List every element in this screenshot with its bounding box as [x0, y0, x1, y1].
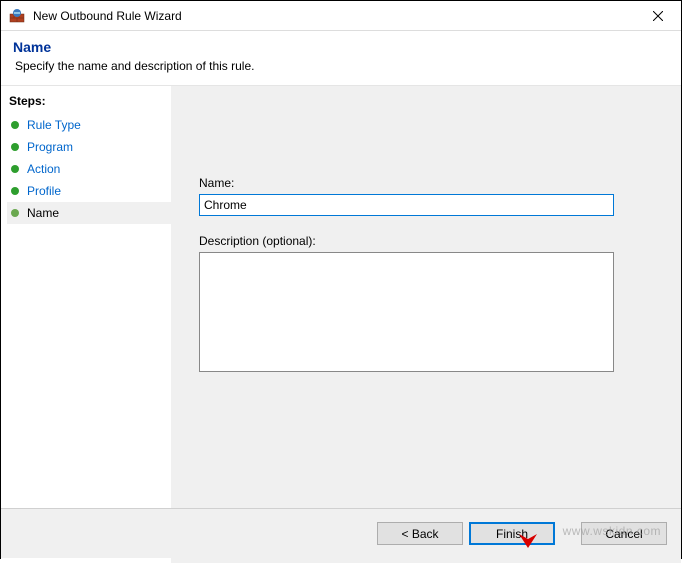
cancel-button[interactable]: Cancel: [581, 522, 667, 545]
wizard-footer: < Back Finish Cancel: [1, 508, 681, 558]
step-label: Program: [27, 140, 73, 154]
check-icon: [11, 143, 19, 151]
page-title: Name: [13, 39, 669, 55]
page-subtitle: Specify the name and description of this…: [13, 59, 669, 73]
name-field-group: Name:: [199, 176, 657, 216]
description-field-group: Description (optional):: [199, 234, 657, 375]
step-rule-type[interactable]: Rule Type: [7, 114, 171, 136]
description-label: Description (optional):: [199, 234, 657, 248]
check-icon: [11, 165, 19, 173]
steps-heading: Steps:: [7, 94, 171, 108]
window-title: New Outbound Rule Wizard: [33, 9, 643, 23]
step-profile[interactable]: Profile: [7, 180, 171, 202]
firewall-icon: [9, 8, 25, 24]
steps-sidebar: Steps: Rule Type Program Action Profile …: [1, 86, 171, 563]
name-input[interactable]: [199, 194, 614, 216]
name-label: Name:: [199, 176, 657, 190]
current-step-icon: [11, 209, 19, 217]
description-input[interactable]: [199, 252, 614, 372]
back-button[interactable]: < Back: [377, 522, 463, 545]
step-label: Name: [27, 206, 59, 220]
step-action[interactable]: Action: [7, 158, 171, 180]
finish-button[interactable]: Finish: [469, 522, 555, 545]
check-icon: [11, 187, 19, 195]
wizard-content: Name: Description (optional):: [171, 86, 681, 563]
step-program[interactable]: Program: [7, 136, 171, 158]
wizard-header: Name Specify the name and description of…: [1, 31, 681, 86]
step-label: Action: [27, 162, 60, 176]
wizard-body: Steps: Rule Type Program Action Profile …: [1, 86, 681, 563]
step-name[interactable]: Name: [7, 202, 171, 224]
close-button[interactable]: [643, 1, 673, 31]
check-icon: [11, 121, 19, 129]
step-label: Rule Type: [27, 118, 81, 132]
titlebar: New Outbound Rule Wizard: [1, 1, 681, 31]
step-label: Profile: [27, 184, 61, 198]
